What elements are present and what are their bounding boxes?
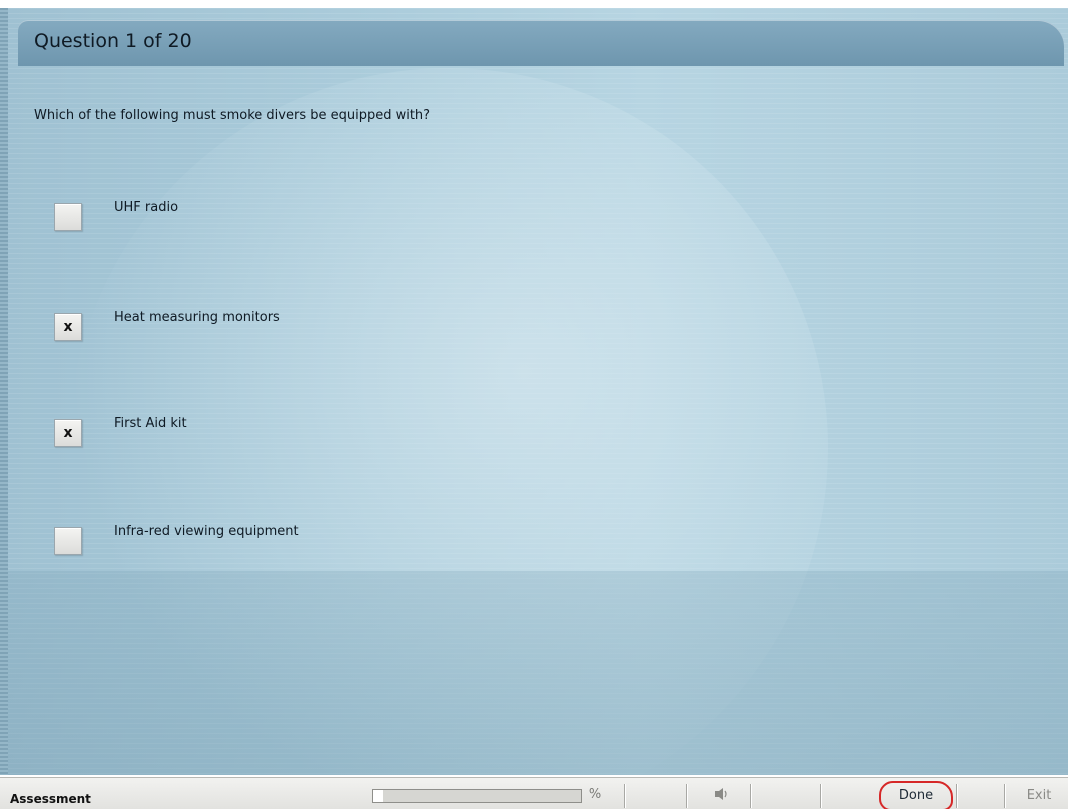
answer-option-1[interactable]: UHF radio [50, 200, 750, 243]
answer-label-4[interactable]: Infra-red viewing equipment [114, 524, 299, 539]
question-counter: Question 1 of 20 [34, 30, 192, 52]
answer-option-2[interactable]: x Heat measuring monitors [50, 310, 750, 353]
answer-option-4[interactable]: Infra-red viewing equipment [50, 524, 750, 567]
progress-fill [373, 790, 384, 802]
answer-checkbox-3[interactable]: x [54, 419, 82, 447]
question-text: Which of the following must smoke divers… [34, 108, 431, 123]
answer-label-2[interactable]: Heat measuring monitors [114, 310, 280, 325]
toolbar-divider [686, 784, 688, 808]
answer-label-3[interactable]: First Aid kit [114, 416, 187, 431]
speaker-icon[interactable] [712, 786, 730, 804]
toolbar-divider [820, 784, 822, 808]
toolbar-divider [956, 784, 958, 808]
question-header: Question 1 of 20 [18, 20, 1064, 66]
speaker-icon-graphic [715, 788, 727, 800]
done-button[interactable]: Done [886, 786, 946, 806]
answer-label-1[interactable]: UHF radio [114, 200, 178, 215]
percent-icon[interactable]: % [586, 786, 604, 804]
toolbar-divider [750, 784, 752, 808]
section-label: Assessment [10, 792, 91, 806]
answer-checkbox-1[interactable] [54, 203, 82, 231]
toolbar-divider [624, 784, 626, 808]
bottom-toolbar: Assessment % Done Exit [0, 777, 1068, 809]
question-panel [8, 8, 1068, 775]
answer-checkbox-4[interactable] [54, 527, 82, 555]
left-rail [0, 8, 8, 775]
toolbar-divider [1004, 784, 1006, 808]
background-lower-band [8, 571, 1068, 775]
answer-option-3[interactable]: x First Aid kit [50, 416, 750, 459]
exit-button[interactable]: Exit [1014, 786, 1064, 806]
progress-bar [372, 789, 582, 803]
answer-checkbox-2[interactable]: x [54, 313, 82, 341]
